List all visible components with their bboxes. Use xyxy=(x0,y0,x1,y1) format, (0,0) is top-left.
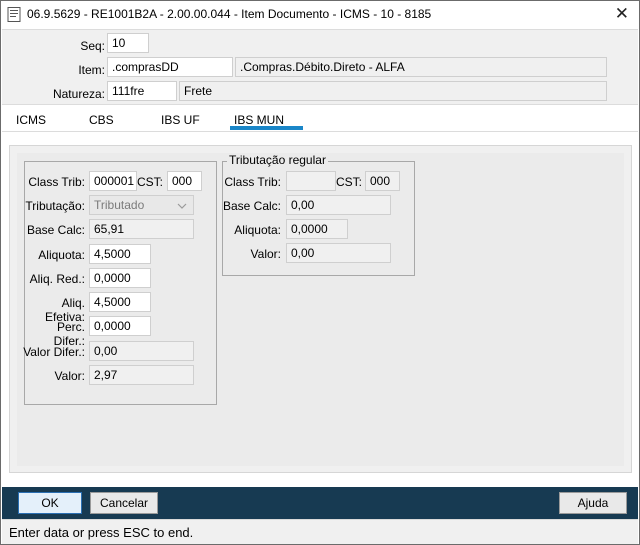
active-tab-indicator xyxy=(230,126,303,130)
tributacao-select[interactable]: Tributado xyxy=(89,195,194,215)
regular-class-trib-label: Class Trib: xyxy=(224,175,281,189)
ok-button[interactable]: OK xyxy=(18,492,82,514)
tab-content-panel: Class Trib: 000001 CST: 000 Tributação: … xyxy=(9,145,632,473)
tributacao-selected-value: Tributado xyxy=(94,198,145,212)
tab-bar: ICMS CBS IBS UF IBS MUN xyxy=(2,106,638,132)
tab-cbs[interactable]: CBS xyxy=(89,113,114,127)
regular-cst-label: CST: xyxy=(336,175,363,189)
item-description-field: .Compras.Débito.Direto - ALFA xyxy=(235,57,607,77)
valor-label: Valor: xyxy=(54,369,85,383)
title-bar: 06.9.5629 - RE1001B2A - 2.00.00.044 - It… xyxy=(1,1,639,29)
class-trib-input[interactable]: 000001 xyxy=(89,171,137,191)
aliq-red-input[interactable]: 0,0000 xyxy=(89,268,151,288)
window-title: 06.9.5629 - RE1001B2A - 2.00.00.044 - It… xyxy=(27,7,432,21)
natureza-code-input[interactable]: 111fre xyxy=(107,81,177,101)
tributacao-label: Tributação: xyxy=(25,199,85,213)
tax-group-box: Class Trib: 000001 CST: 000 Tributação: … xyxy=(23,161,217,405)
chevron-down-icon xyxy=(177,203,187,209)
help-button[interactable]: Ajuda xyxy=(559,492,627,514)
tab-ibs-uf[interactable]: IBS UF xyxy=(161,113,200,127)
dialog-window: 06.9.5629 - RE1001B2A - 2.00.00.044 - It… xyxy=(0,0,640,545)
base-calc-field: 65,91 xyxy=(89,219,194,239)
natureza-label: Natureza: xyxy=(52,87,105,101)
regular-base-calc-label: Base Calc: xyxy=(222,199,281,213)
tab-icms[interactable]: ICMS xyxy=(16,113,46,127)
status-bar: Enter data or press ESC to end. xyxy=(2,519,638,544)
aliquota-input[interactable]: 4,5000 xyxy=(89,244,151,264)
group-title: Tributação regular xyxy=(227,153,328,167)
perc-difer-label: Perc. Difer.: xyxy=(53,320,85,348)
aliq-red-label: Aliq. Red.: xyxy=(29,272,85,286)
regular-valor-label: Valor: xyxy=(250,247,281,261)
button-bar: OK Cancelar Ajuda xyxy=(2,487,638,519)
regular-base-calc-field: 0,00 xyxy=(286,195,391,215)
close-icon[interactable]: ✕ xyxy=(615,4,629,24)
seq-input[interactable]: 10 xyxy=(107,33,149,53)
valor-difer-field: 0,00 xyxy=(89,341,194,361)
regular-valor-field: 0,00 xyxy=(286,243,391,263)
regular-class-trib-field xyxy=(286,171,336,191)
cancel-button[interactable]: Cancelar xyxy=(90,492,158,514)
perc-difer-input[interactable]: 0,0000 xyxy=(89,316,151,336)
status-text: Enter data or press ESC to end. xyxy=(9,525,194,540)
cst-label: CST: xyxy=(137,175,164,189)
tab-ibs-mun[interactable]: IBS MUN xyxy=(234,113,284,127)
item-code-input[interactable]: .comprasDD xyxy=(107,57,233,77)
regular-aliquota-label: Aliquota: xyxy=(234,223,281,237)
class-trib-label: Class Trib: xyxy=(28,175,85,189)
item-label: Item: xyxy=(78,63,105,77)
document-icon xyxy=(7,7,21,22)
aliq-efetiva-input[interactable]: 4,5000 xyxy=(89,292,151,312)
aliquota-label: Aliquota: xyxy=(38,248,85,262)
seq-label: Seq: xyxy=(80,39,105,53)
natureza-description-field: Frete xyxy=(179,81,607,101)
regular-aliquota-field: 0,0000 xyxy=(286,219,348,239)
valor-difer-label: Valor Difer.: xyxy=(23,345,85,359)
cst-input[interactable]: 000 xyxy=(167,171,202,191)
valor-field: 2,97 xyxy=(89,365,194,385)
tab-content-area: Class Trib: 000001 CST: 000 Tributação: … xyxy=(17,153,624,466)
base-calc-label: Base Calc: xyxy=(26,223,85,237)
regular-cst-field: 000 xyxy=(365,171,400,191)
header-panel: Seq: 10 Item: .comprasDD .Compras.Débito… xyxy=(2,29,638,105)
tributacao-regular-group: Tributação regular Class Trib: CST: 000 … xyxy=(222,153,415,276)
